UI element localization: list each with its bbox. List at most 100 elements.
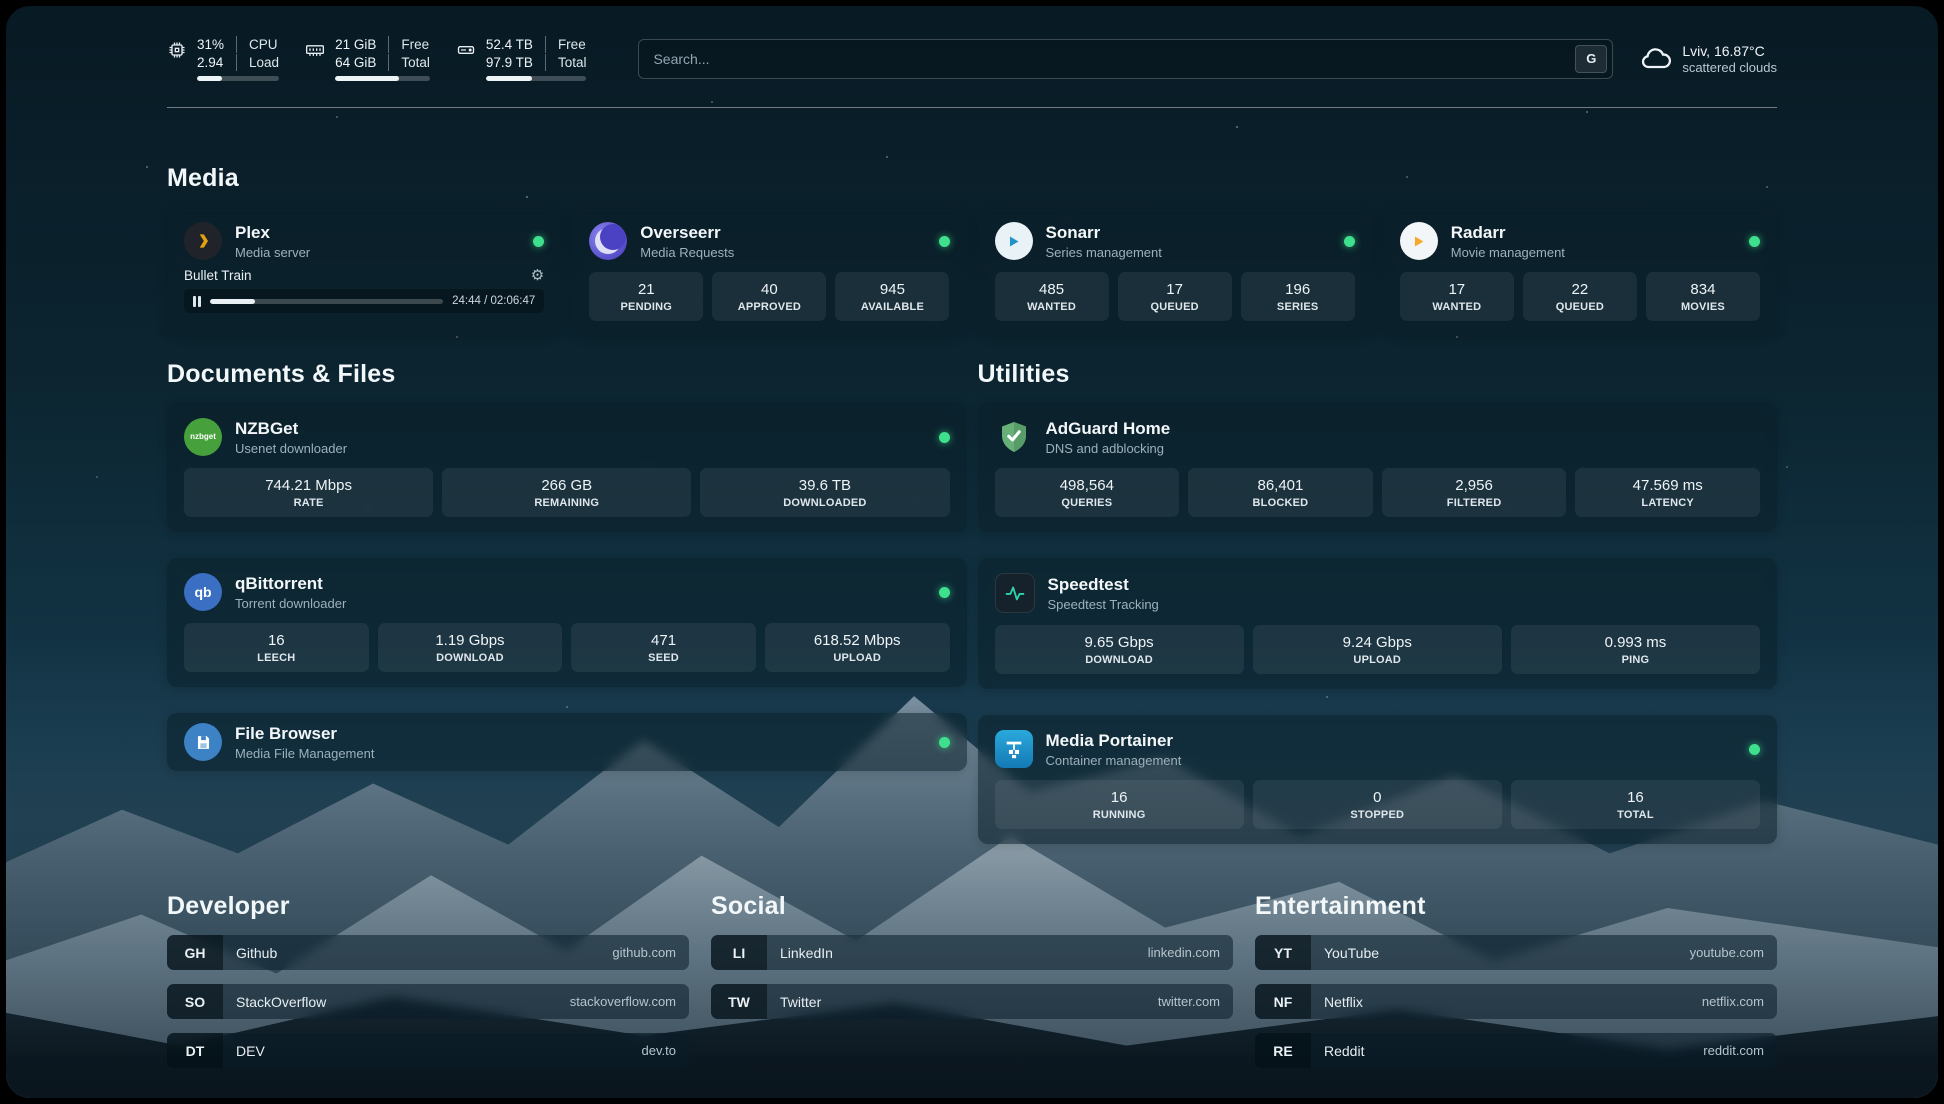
radarr-icon[interactable] <box>1400 222 1438 260</box>
status-dot <box>1344 236 1355 247</box>
stat-label: SEED <box>575 652 752 664</box>
stat-label: DOWNLOAD <box>382 652 559 664</box>
bookmark-dev[interactable]: DT DEV dev.to <box>167 1033 689 1068</box>
stat-wanted: 17 WANTED <box>1400 272 1514 321</box>
bookmark-abbr: GH <box>167 935 223 970</box>
bookmark-name: Twitter <box>780 994 821 1010</box>
app-subtitle: Container management <box>1046 753 1182 768</box>
app-card-sonarr[interactable]: Sonarr Series management 485 WANTED 17 Q… <box>978 207 1372 336</box>
ram-total-value: 64 GiB <box>335 54 376 71</box>
stat-wanted: 485 WANTED <box>995 272 1109 321</box>
cpu-icon <box>167 40 187 60</box>
stat-leech: 16 LEECH <box>184 623 369 672</box>
stat-seed: 471 SEED <box>571 623 756 672</box>
stat-value: 9.65 Gbps <box>999 634 1240 651</box>
stat-label: BLOCKED <box>1192 497 1369 509</box>
app-card-adguard[interactable]: AdGuard Home DNS and adblocking 498,564 … <box>978 403 1778 532</box>
search-engine-button[interactable]: G <box>1575 45 1607 73</box>
bookmark-twitter[interactable]: TW Twitter twitter.com <box>711 984 1233 1019</box>
adguard-icon[interactable] <box>995 418 1033 456</box>
app-subtitle: DNS and adblocking <box>1046 441 1171 456</box>
stat-label: MOVIES <box>1650 301 1756 313</box>
status-dot <box>939 236 950 247</box>
app-card-plex[interactable]: Plex Media server Bullet Train ⚙ <box>167 207 561 336</box>
stat-label: UPLOAD <box>1257 654 1498 666</box>
stat-label: REMAINING <box>446 497 687 509</box>
app-subtitle: Media File Management <box>235 746 374 761</box>
stat-value: 47.569 ms <box>1579 477 1756 494</box>
overseerr-icon[interactable] <box>589 222 627 260</box>
bookmark-name: Netflix <box>1324 994 1363 1010</box>
playback-progress[interactable] <box>210 299 444 304</box>
disk-total-label: Total <box>545 54 587 71</box>
stat-label: PING <box>1515 654 1756 666</box>
stat-value: 0.993 ms <box>1515 634 1756 651</box>
status-dot <box>533 236 544 247</box>
dashboard-screen: 31% CPU 2.94 Load <box>6 6 1938 1098</box>
bookmark-abbr: LI <box>711 935 767 970</box>
pause-button[interactable] <box>193 296 201 307</box>
filebrowser-icon[interactable] <box>184 723 222 761</box>
bookmark-linkedin[interactable]: LI LinkedIn linkedin.com <box>711 935 1233 970</box>
card-header: File Browser Media File Management <box>184 723 950 761</box>
ram-free-label: Free <box>388 36 430 53</box>
bookmark-reddit[interactable]: RE Reddit reddit.com <box>1255 1033 1777 1068</box>
bookmark-youtube[interactable]: YT YouTube youtube.com <box>1255 935 1777 970</box>
stat-row: 744.21 Mbps RATE 266 GB REMAINING 39.6 T… <box>184 456 950 517</box>
stat-value: 9.24 Gbps <box>1257 634 1498 651</box>
ram-usage-bar <box>335 76 430 81</box>
status-dot <box>1749 236 1760 247</box>
app-card-filebrowser[interactable]: File Browser Media File Management <box>167 713 967 771</box>
bookmark-netflix[interactable]: NF Netflix netflix.com <box>1255 984 1777 1019</box>
speedtest-icon[interactable] <box>995 573 1035 613</box>
bookmark-abbr: SO <box>167 984 223 1019</box>
bookmark-stackoverflow[interactable]: SO StackOverflow stackoverflow.com <box>167 984 689 1019</box>
qbittorrent-icon[interactable]: qb <box>184 573 222 611</box>
stat-queued: 17 QUEUED <box>1118 272 1232 321</box>
section-title-documents: Documents & Files <box>167 360 967 389</box>
ram-usage-fill <box>335 76 399 81</box>
status-dot <box>1749 744 1760 755</box>
app-card-qbittorrent[interactable]: qb qBittorrent Torrent downloader 16 LEE… <box>167 558 967 687</box>
stat-label: RATE <box>188 497 429 509</box>
app-card-portainer[interactable]: Media Portainer Container management 16 … <box>978 715 1778 844</box>
stat-value: 2,956 <box>1386 477 1563 494</box>
bookmark-url: linkedin.com <box>1148 945 1220 960</box>
bookmark-url: github.com <box>612 945 676 960</box>
bookmark-github[interactable]: GH Github github.com <box>167 935 689 970</box>
stat-label: LEECH <box>188 652 365 664</box>
search-input[interactable] <box>639 51 1612 67</box>
stat-latency: 47.569 ms LATENCY <box>1575 468 1760 517</box>
status-dot <box>939 737 950 748</box>
stat-row: 17 WANTED 22 QUEUED 834 MOVIES <box>1400 260 1760 321</box>
ram-icon <box>305 40 325 60</box>
sonarr-icon[interactable] <box>995 222 1033 260</box>
nzbget-icon[interactable]: nzbget <box>184 418 222 456</box>
status-dot <box>939 587 950 598</box>
section-entertainment: Entertainment YT YouTube youtube.com NF … <box>1255 892 1777 1068</box>
stat-label: STOPPED <box>1257 809 1498 821</box>
portainer-icon[interactable] <box>995 730 1033 768</box>
disk-usage-bar <box>486 76 587 81</box>
card-header: Media Portainer Container management <box>995 730 1761 768</box>
stat-ping: 0.993 ms PING <box>1511 625 1760 674</box>
stat-label: WANTED <box>1404 301 1510 313</box>
cpu-label: CPU <box>236 36 279 53</box>
app-subtitle: Media Requests <box>640 245 734 260</box>
app-card-speedtest[interactable]: Speedtest Speedtest Tracking 9.65 Gbps D… <box>978 558 1778 689</box>
app-subtitle: Series management <box>1046 245 1162 260</box>
settings-gear-icon[interactable]: ⚙ <box>531 268 544 283</box>
app-card-nzbget[interactable]: nzbget NZBGet Usenet downloader 744.21 M… <box>167 403 967 532</box>
cpu-load-label: Load <box>236 54 279 71</box>
stat-approved: 40 APPROVED <box>712 272 826 321</box>
search-bar[interactable]: G <box>638 39 1613 79</box>
weather-widget: Lviv, 16.87°C scattered clouds <box>1639 43 1777 75</box>
bookmark-url: netflix.com <box>1702 994 1764 1009</box>
card-header: nzbget NZBGet Usenet downloader <box>184 418 950 456</box>
stat-value: 471 <box>575 632 752 649</box>
app-card-overseerr[interactable]: Overseerr Media Requests 21 PENDING 40 A… <box>572 207 966 336</box>
stat-label: QUEUED <box>1527 301 1633 313</box>
stat-remaining: 266 GB REMAINING <box>442 468 691 517</box>
app-card-radarr[interactable]: Radarr Movie management 17 WANTED 22 QUE… <box>1383 207 1777 336</box>
plex-icon[interactable] <box>184 222 222 260</box>
